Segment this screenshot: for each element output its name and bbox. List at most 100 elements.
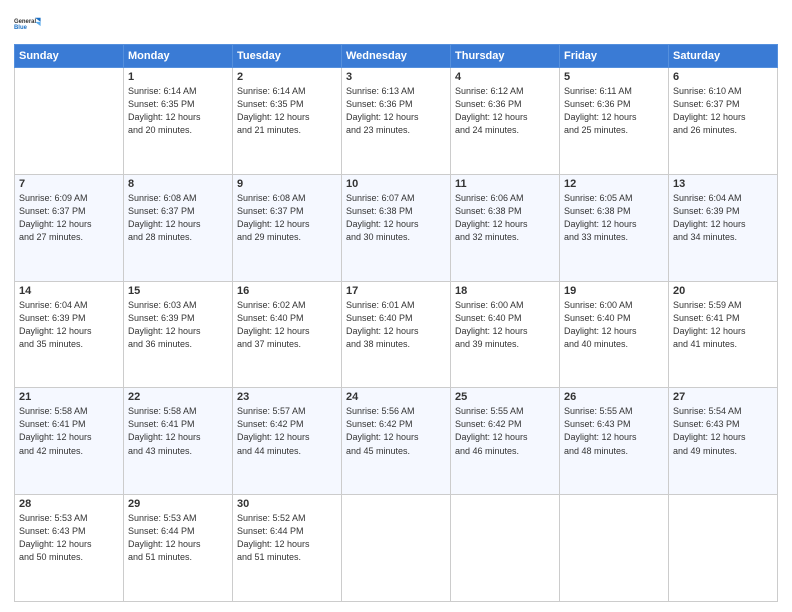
day-number: 2 xyxy=(237,71,337,83)
day-info: Sunrise: 5:53 AM Sunset: 6:44 PM Dayligh… xyxy=(128,512,228,564)
calendar-page: GeneralBlue SundayMondayTuesdayWednesday… xyxy=(0,0,792,612)
day-cell: 24 Sunrise: 5:56 AM Sunset: 6:42 PM Dayli… xyxy=(342,388,451,495)
day-info: Sunrise: 6:04 AM Sunset: 6:39 PM Dayligh… xyxy=(673,192,773,244)
day-number: 9 xyxy=(237,178,337,190)
day-cell: 11 Sunrise: 6:06 AM Sunset: 6:38 PM Dayli… xyxy=(451,174,560,281)
day-cell: 3 Sunrise: 6:13 AM Sunset: 6:36 PM Daylig… xyxy=(342,68,451,175)
day-info: Sunrise: 6:09 AM Sunset: 6:37 PM Dayligh… xyxy=(19,192,119,244)
day-number: 19 xyxy=(564,285,664,297)
day-number: 14 xyxy=(19,285,119,297)
day-info: Sunrise: 6:02 AM Sunset: 6:40 PM Dayligh… xyxy=(237,299,337,351)
day-info: Sunrise: 6:00 AM Sunset: 6:40 PM Dayligh… xyxy=(455,299,555,351)
day-cell xyxy=(15,68,124,175)
day-cell: 16 Sunrise: 6:02 AM Sunset: 6:40 PM Dayli… xyxy=(233,281,342,388)
day-cell: 13 Sunrise: 6:04 AM Sunset: 6:39 PM Dayli… xyxy=(669,174,778,281)
day-info: Sunrise: 6:03 AM Sunset: 6:39 PM Dayligh… xyxy=(128,299,228,351)
day-number: 10 xyxy=(346,178,446,190)
day-info: Sunrise: 5:52 AM Sunset: 6:44 PM Dayligh… xyxy=(237,512,337,564)
day-number: 28 xyxy=(19,498,119,510)
day-cell: 8 Sunrise: 6:08 AM Sunset: 6:37 PM Daylig… xyxy=(124,174,233,281)
day-cell: 10 Sunrise: 6:07 AM Sunset: 6:38 PM Dayli… xyxy=(342,174,451,281)
day-info: Sunrise: 6:14 AM Sunset: 6:35 PM Dayligh… xyxy=(237,85,337,137)
day-cell: 2 Sunrise: 6:14 AM Sunset: 6:35 PM Daylig… xyxy=(233,68,342,175)
day-info: Sunrise: 6:08 AM Sunset: 6:37 PM Dayligh… xyxy=(237,192,337,244)
logo-icon: GeneralBlue xyxy=(14,10,42,38)
day-number: 15 xyxy=(128,285,228,297)
day-cell: 22 Sunrise: 5:58 AM Sunset: 6:41 PM Dayli… xyxy=(124,388,233,495)
day-cell xyxy=(342,495,451,602)
week-row-1: 1 Sunrise: 6:14 AM Sunset: 6:35 PM Daylig… xyxy=(15,68,778,175)
day-number: 25 xyxy=(455,391,555,403)
day-info: Sunrise: 6:00 AM Sunset: 6:40 PM Dayligh… xyxy=(564,299,664,351)
week-row-2: 7Sunrise: 6:09 AM Sunset: 6:37 PM Daylig… xyxy=(15,174,778,281)
day-info: Sunrise: 6:08 AM Sunset: 6:37 PM Dayligh… xyxy=(128,192,228,244)
day-info: Sunrise: 6:11 AM Sunset: 6:36 PM Dayligh… xyxy=(564,85,664,137)
day-number: 6 xyxy=(673,71,773,83)
day-number: 1 xyxy=(128,71,228,83)
day-info: Sunrise: 6:07 AM Sunset: 6:38 PM Dayligh… xyxy=(346,192,446,244)
week-row-5: 28 Sunrise: 5:53 AM Sunset: 6:43 PM Dayli… xyxy=(15,495,778,602)
day-number: 23 xyxy=(237,391,337,403)
day-cell xyxy=(560,495,669,602)
day-number: 29 xyxy=(128,498,228,510)
day-info: Sunrise: 6:06 AM Sunset: 6:38 PM Dayligh… xyxy=(455,192,555,244)
day-info: Sunrise: 5:53 AM Sunset: 6:43 PM Dayligh… xyxy=(19,512,119,564)
svg-text:General: General xyxy=(14,19,36,25)
col-header-thursday: Thursday xyxy=(451,45,560,68)
day-cell: 21Sunrise: 5:58 AM Sunset: 6:41 PM Dayli… xyxy=(15,388,124,495)
day-cell: 20 Sunrise: 5:59 AM Sunset: 6:41 PM Dayli… xyxy=(669,281,778,388)
day-info: Sunrise: 5:55 AM Sunset: 6:43 PM Dayligh… xyxy=(564,405,664,457)
day-cell: 17Sunrise: 6:01 AM Sunset: 6:40 PM Dayli… xyxy=(342,281,451,388)
day-cell: 12Sunrise: 6:05 AM Sunset: 6:38 PM Dayli… xyxy=(560,174,669,281)
day-cell: 26Sunrise: 5:55 AM Sunset: 6:43 PM Dayli… xyxy=(560,388,669,495)
day-cell xyxy=(451,495,560,602)
day-info: Sunrise: 6:10 AM Sunset: 6:37 PM Dayligh… xyxy=(673,85,773,137)
day-info: Sunrise: 5:59 AM Sunset: 6:41 PM Dayligh… xyxy=(673,299,773,351)
day-number: 20 xyxy=(673,285,773,297)
day-number: 17 xyxy=(346,285,446,297)
day-cell xyxy=(669,495,778,602)
day-number: 24 xyxy=(346,391,446,403)
logo: GeneralBlue xyxy=(14,10,42,38)
day-cell: 15 Sunrise: 6:03 AM Sunset: 6:39 PM Dayli… xyxy=(124,281,233,388)
week-row-4: 21Sunrise: 5:58 AM Sunset: 6:41 PM Dayli… xyxy=(15,388,778,495)
header: GeneralBlue xyxy=(14,10,778,38)
day-cell: 27 Sunrise: 5:54 AM Sunset: 6:43 PM Dayli… xyxy=(669,388,778,495)
day-info: Sunrise: 5:54 AM Sunset: 6:43 PM Dayligh… xyxy=(673,405,773,457)
day-number: 5 xyxy=(564,71,664,83)
day-number: 22 xyxy=(128,391,228,403)
day-number: 3 xyxy=(346,71,446,83)
day-cell: 5 Sunrise: 6:11 AM Sunset: 6:36 PM Daylig… xyxy=(560,68,669,175)
day-number: 16 xyxy=(237,285,337,297)
col-header-friday: Friday xyxy=(560,45,669,68)
day-info: Sunrise: 5:58 AM Sunset: 6:41 PM Dayligh… xyxy=(19,405,119,457)
day-info: Sunrise: 5:56 AM Sunset: 6:42 PM Dayligh… xyxy=(346,405,446,457)
day-number: 8 xyxy=(128,178,228,190)
col-header-monday: Monday xyxy=(124,45,233,68)
day-cell: 7Sunrise: 6:09 AM Sunset: 6:37 PM Daylig… xyxy=(15,174,124,281)
day-cell: 4 Sunrise: 6:12 AM Sunset: 6:36 PM Daylig… xyxy=(451,68,560,175)
column-header-row: SundayMondayTuesdayWednesdayThursdayFrid… xyxy=(15,45,778,68)
day-number: 27 xyxy=(673,391,773,403)
col-header-sunday: Sunday xyxy=(15,45,124,68)
day-number: 18 xyxy=(455,285,555,297)
week-row-3: 14 Sunrise: 6:04 AM Sunset: 6:39 PM Dayli… xyxy=(15,281,778,388)
day-number: 4 xyxy=(455,71,555,83)
day-cell: 28 Sunrise: 5:53 AM Sunset: 6:43 PM Dayli… xyxy=(15,495,124,602)
day-cell: 1Sunrise: 6:14 AM Sunset: 6:35 PM Daylig… xyxy=(124,68,233,175)
day-cell: 6 Sunrise: 6:10 AM Sunset: 6:37 PM Daylig… xyxy=(669,68,778,175)
svg-text:Blue: Blue xyxy=(14,25,28,31)
day-cell: 9 Sunrise: 6:08 AM Sunset: 6:37 PM Daylig… xyxy=(233,174,342,281)
col-header-tuesday: Tuesday xyxy=(233,45,342,68)
day-number: 11 xyxy=(455,178,555,190)
day-info: Sunrise: 6:04 AM Sunset: 6:39 PM Dayligh… xyxy=(19,299,119,351)
day-info: Sunrise: 6:12 AM Sunset: 6:36 PM Dayligh… xyxy=(455,85,555,137)
day-cell: 23 Sunrise: 5:57 AM Sunset: 6:42 PM Dayli… xyxy=(233,388,342,495)
day-number: 30 xyxy=(237,498,337,510)
day-info: Sunrise: 5:58 AM Sunset: 6:41 PM Dayligh… xyxy=(128,405,228,457)
day-number: 13 xyxy=(673,178,773,190)
day-info: Sunrise: 6:13 AM Sunset: 6:36 PM Dayligh… xyxy=(346,85,446,137)
day-info: Sunrise: 5:57 AM Sunset: 6:42 PM Dayligh… xyxy=(237,405,337,457)
day-cell: 25Sunrise: 5:55 AM Sunset: 6:42 PM Dayli… xyxy=(451,388,560,495)
day-cell: 18 Sunrise: 6:00 AM Sunset: 6:40 PM Dayli… xyxy=(451,281,560,388)
